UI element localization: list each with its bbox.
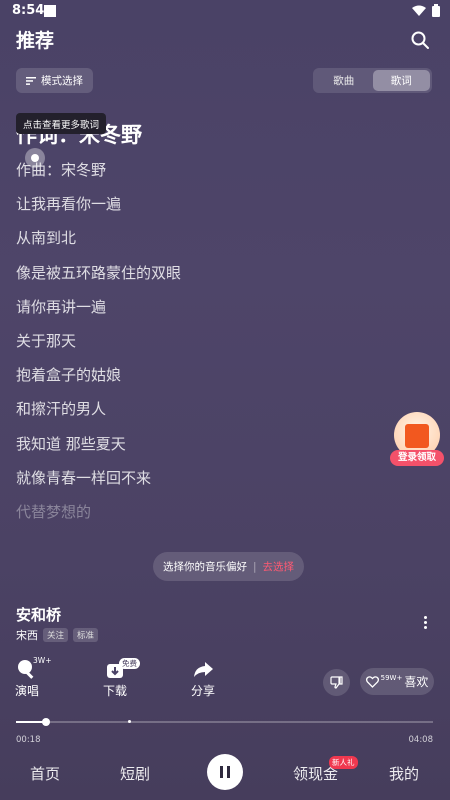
like-button[interactable]: 59W+ 喜欢 [360, 668, 434, 695]
more-vertical-icon [423, 616, 427, 619]
login-reward-button[interactable]: 登录领取 [390, 412, 444, 468]
total-time: 04:08 [408, 735, 434, 745]
tab-mine[interactable]: 我的 [389, 763, 419, 784]
progress-knob[interactable] [42, 718, 51, 726]
share-button[interactable]: 分享 [180, 658, 226, 699]
lyrics-drag-handle[interactable] [25, 148, 45, 168]
music-preference-banner[interactable]: 选择你的音乐偏好 | 去选择 [153, 552, 305, 581]
like-label: 喜欢 [404, 675, 429, 689]
lyric-line[interactable]: 关于那天 [16, 329, 376, 363]
pause-icon [220, 766, 223, 778]
lyric-line[interactable]: 就像青春一样回不来 [16, 466, 376, 500]
preference-text: 选择你的音乐偏好 [163, 561, 247, 573]
current-time: 00:18 [16, 735, 41, 745]
page-title: 推荐 [16, 30, 55, 52]
quality-button[interactable]: 标准 [73, 628, 99, 642]
tab-short-drama[interactable]: 短剧 [120, 763, 150, 784]
login-reward-label: 登录领取 [390, 450, 444, 466]
segment-lyrics[interactable]: 歌词 [372, 70, 430, 91]
heart-icon [365, 675, 379, 688]
tab-home[interactable]: 首页 [30, 763, 60, 784]
choose-preference-link[interactable]: 去选择 [263, 559, 295, 574]
mode-select-label: 模式选择 [41, 75, 83, 87]
thumbs-down-icon [330, 676, 343, 689]
gift-box-icon [405, 424, 429, 448]
header: 推荐 [0, 26, 450, 56]
bottom-tab-bar: 首页 短剧 领现金 新人礼 我的 [0, 750, 450, 796]
lyric-line[interactable]: 抱着盒子的姑娘 [16, 363, 376, 397]
lyric-line[interactable]: 让我再看你一遍 [16, 192, 376, 226]
new-user-gift-badge: 新人礼 [329, 756, 358, 769]
dislike-button[interactable] [323, 669, 350, 696]
notification-icon [44, 5, 56, 17]
download-label: 下载 [102, 684, 127, 698]
more-options-button[interactable] [420, 614, 430, 634]
artist-name[interactable]: 宋西 [16, 627, 38, 643]
free-badge: 免费 [119, 658, 140, 669]
segment-song[interactable]: 歌曲 [315, 70, 373, 91]
lyrics-list: 作曲：宋冬野 让我再看你一遍 从南到北 像是被五环路蒙住的双眼 请你再讲一遍 关… [16, 158, 376, 534]
share-icon [194, 662, 213, 677]
mode-select-button[interactable]: 模式选择 [16, 68, 93, 93]
status-icons [412, 4, 440, 17]
song-title: 安和桥 [16, 606, 62, 624]
view-segmented-control: 歌曲 歌词 [313, 68, 432, 93]
play-pause-button[interactable] [207, 754, 243, 790]
progress-bar[interactable] [16, 718, 433, 726]
lyric-line[interactable]: 像是被五环路蒙住的双眼 [16, 261, 376, 295]
like-count: 59W+ [380, 673, 403, 682]
wifi-icon [412, 5, 426, 16]
lyric-line[interactable]: 代替梦想的 [16, 500, 376, 534]
search-icon [411, 31, 429, 49]
share-label: 分享 [190, 684, 215, 698]
lyric-line[interactable]: 和擦汗的男人 [16, 397, 376, 431]
sing-label: 演唱 [14, 684, 39, 698]
lyric-line[interactable]: 我知道 那些夏天 [16, 432, 376, 466]
follow-button[interactable]: 关注 [43, 628, 69, 642]
sing-count: 3W+ [33, 656, 52, 665]
battery-icon [432, 4, 440, 17]
lyrics-tooltip: 点击查看更多歌词 [16, 113, 107, 134]
preference-separator: | [253, 560, 257, 573]
lyric-line[interactable]: 请你再讲一遍 [16, 295, 376, 329]
song-meta: 宋西 关注 标准 [16, 627, 99, 643]
lyric-line[interactable]: 从南到北 [16, 226, 376, 260]
progress-marker [127, 720, 131, 723]
status-bar: 8:54 [0, 0, 450, 22]
lyric-line[interactable]: 作曲：宋冬野 [16, 158, 376, 192]
status-time: 8:54 [12, 3, 45, 18]
list-icon [26, 76, 36, 85]
search-button[interactable] [410, 30, 432, 52]
